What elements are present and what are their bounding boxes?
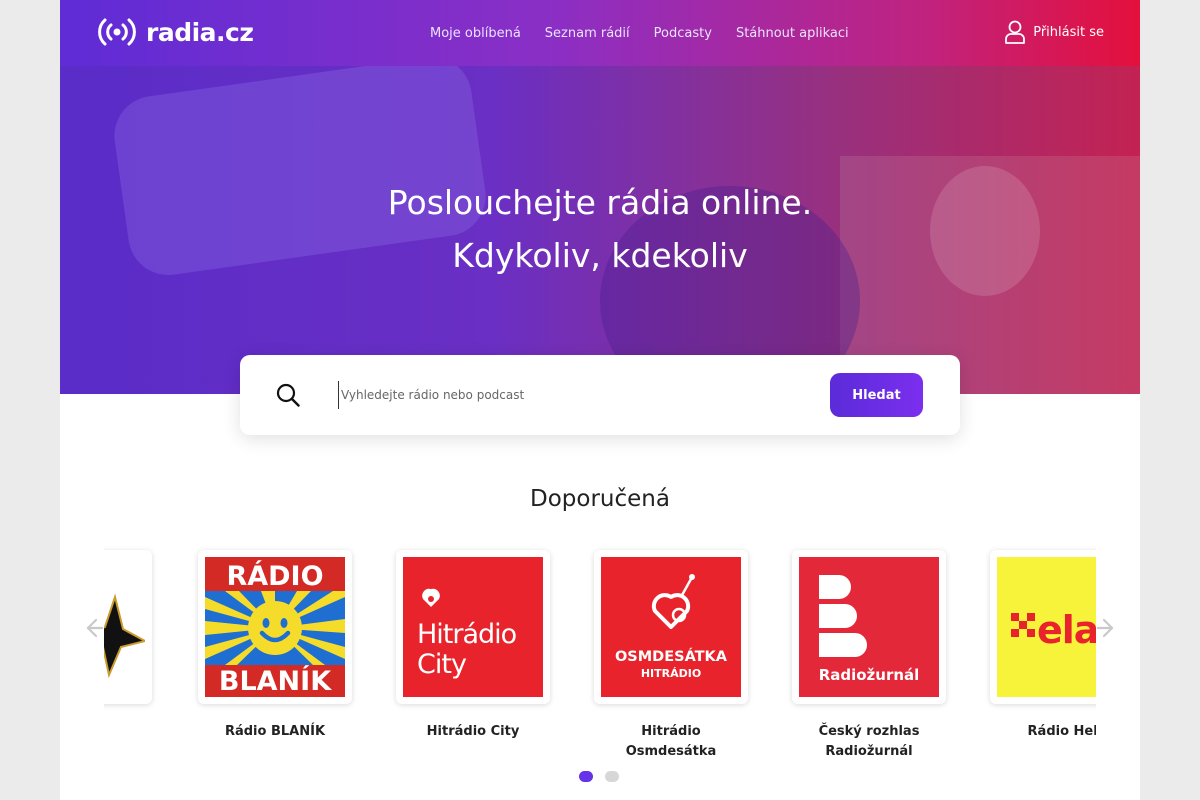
station-name: Rádio BLANÍK	[224, 724, 326, 739]
logo-text-top: OSMDESÁTKA	[615, 648, 728, 665]
logo-text: radia.cz	[146, 17, 254, 47]
station-name: Hitrádio Osmdesátka	[625, 724, 717, 759]
top-header: radia.cz Moje oblíbená Seznam rádií Podc…	[60, 0, 1140, 66]
carousel-pagination	[579, 771, 619, 782]
nav-favorites[interactable]: Moje oblíbená	[430, 26, 521, 41]
login-button[interactable]: Přihlásit se	[1004, 20, 1104, 44]
logo-text-top: Hitrádio	[417, 619, 517, 650]
station-logo-frame: ela	[990, 550, 1096, 704]
logo-text-bottom: HITRÁDIO	[641, 667, 701, 680]
recommended-carousel: o	[104, 545, 1096, 770]
search-button[interactable]: Hledat	[830, 373, 923, 417]
station-card[interactable]: Hitrádio City Hitrádio City	[396, 550, 550, 742]
carousel-dot-2[interactable]	[605, 771, 619, 782]
hero-headline: Poslouchejte rádia online.	[387, 183, 813, 222]
radio-waves-icon	[98, 18, 136, 46]
station-card[interactable]: ela Rádio Hela	[990, 550, 1096, 742]
main-nav: Moje oblíbená Seznam rádií Podcasty Stáh…	[430, 0, 849, 66]
station-name-line: Radiožurnál	[825, 744, 913, 759]
station-name: Rádio Hela	[1027, 724, 1096, 739]
station-name-line: Český rozhlas	[818, 724, 920, 739]
carousel-dot-1[interactable]	[579, 771, 593, 782]
hero-banner: Poslouchejte rádia online. Kdykoliv, kde…	[60, 66, 1140, 394]
chevron-right-icon	[1096, 618, 1114, 638]
station-logo-frame: Hitrádio City	[396, 550, 550, 704]
station-name: Český rozhlas Radiožurnál	[792, 722, 946, 762]
cesky-rozhlas-radiozurnal-logo: Radiožurnál	[799, 557, 939, 697]
hero-subheadline: Kdykoliv, kdekoliv	[452, 236, 748, 275]
logo-text-bottom: City	[417, 649, 467, 680]
radio-hela-logo: ela	[997, 557, 1096, 697]
carousel-prev-button[interactable]	[82, 617, 104, 643]
station-name: Hitrádio City	[426, 724, 520, 739]
radio-blanik-logo: RÁDIO BLANÍK	[205, 557, 345, 697]
search-box: Hledat	[240, 355, 960, 435]
station-card[interactable]: Radiožurnál Český rozhlas Radiožurnál	[792, 550, 946, 762]
hitradio-city-logo: Hitrádio City	[403, 557, 543, 697]
station-logo-frame: RÁDIO BLANÍK	[198, 550, 352, 704]
station-card[interactable]: OSMDESÁTKA HITRÁDIO Hitrádio Osmdesátka	[594, 550, 748, 762]
search-input[interactable]	[338, 381, 808, 409]
logo-text: Radiožurnál	[819, 666, 920, 684]
nav-download-app[interactable]: Stáhnout aplikaci	[736, 26, 849, 41]
station-card[interactable]: o	[104, 550, 152, 742]
nav-station-list[interactable]: Seznam rádií	[545, 26, 630, 41]
recommended-title: Doporučená	[530, 486, 670, 512]
station-name: o	[104, 722, 152, 742]
user-icon	[1005, 20, 1026, 44]
nav-podcasts[interactable]: Podcasty	[654, 26, 712, 41]
station-logo-frame: Radiožurnál	[792, 550, 946, 704]
hitradio-osmdesatka-logo: OSMDESÁTKA HITRÁDIO	[601, 557, 741, 697]
logo-text: ela	[1037, 608, 1096, 652]
station-logo-frame	[104, 550, 152, 704]
logo-text-bottom: BLANÍK	[219, 665, 332, 697]
site-logo[interactable]: radia.cz	[96, 16, 254, 48]
station-logo-frame: OSMDESÁTKA HITRÁDIO	[594, 550, 748, 704]
login-label: Přihlásit se	[1033, 24, 1104, 40]
chevron-left-icon	[86, 618, 104, 638]
search-icon	[276, 383, 300, 407]
page: radia.cz Moje oblíbená Seznam rádií Podc…	[60, 0, 1140, 800]
star-station-logo	[104, 557, 145, 697]
carousel-next-button[interactable]	[1096, 617, 1118, 643]
logo-text-top: RÁDIO	[226, 560, 323, 592]
station-card[interactable]: RÁDIO BLANÍK Rádio BLANÍK	[198, 550, 352, 742]
